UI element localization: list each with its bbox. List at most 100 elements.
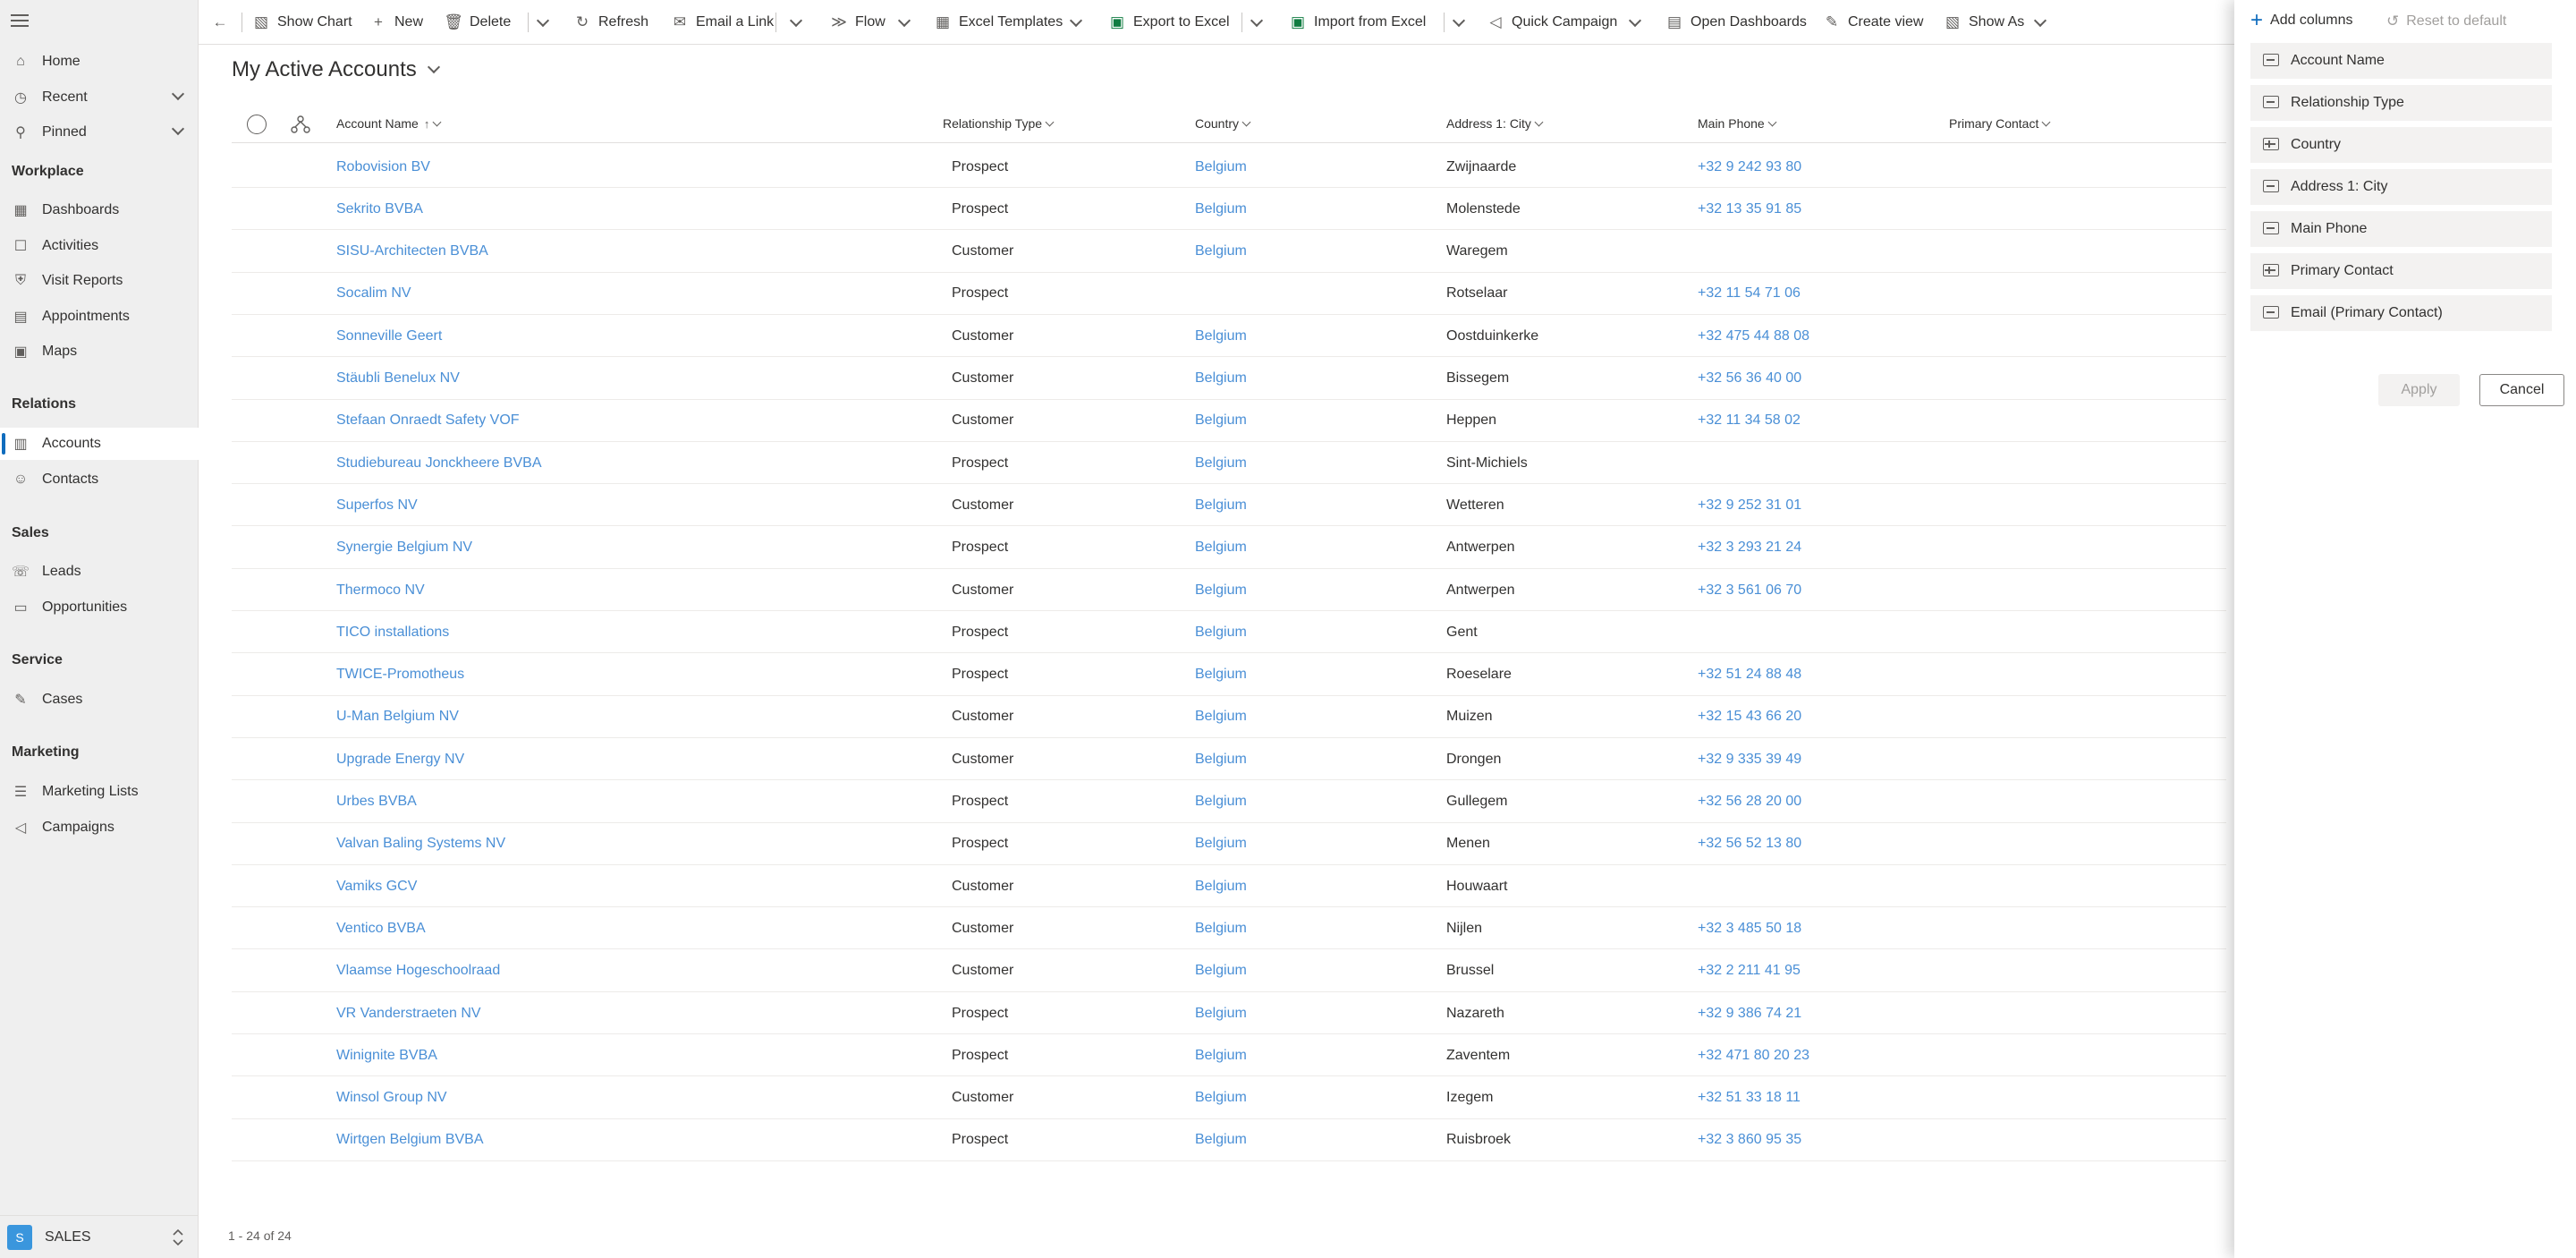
column-list-item[interactable]: Main Phone (2250, 211, 2552, 247)
reset-default-button[interactable]: ↺ Reset to default (2386, 13, 2506, 30)
country-link[interactable]: Belgium (1195, 188, 1247, 230)
table-row[interactable]: TWICE-Promotheus Prospect Belgium Roeselare… (232, 654, 2226, 696)
account-name-link[interactable]: SISU-Architecten BVBA (336, 231, 488, 273)
account-name-link[interactable]: Wirtgen Belgium BVBA (336, 1119, 484, 1161)
column-list-item[interactable]: Primary Contact (2250, 253, 2552, 289)
country-link[interactable]: Belgium (1195, 611, 1247, 653)
country-link[interactable]: Belgium (1195, 781, 1247, 823)
phone-link[interactable]: +32 15 43 66 20 (1698, 696, 1801, 738)
sidebar-item-dashboards[interactable]: ▦ Dashboards (0, 194, 199, 226)
phone-link[interactable]: +32 51 33 18 11 (1698, 1077, 1801, 1119)
account-name-link[interactable]: Thermoco NV (336, 569, 425, 611)
country-link[interactable]: Belgium (1195, 1077, 1247, 1119)
phone-link[interactable]: +32 13 35 91 85 (1698, 188, 1801, 230)
table-row[interactable]: SISU-Architecten BVBA Customer Belgium Ware… (232, 231, 2226, 273)
country-link[interactable]: Belgium (1195, 823, 1247, 865)
account-name-link[interactable]: Studiebureau Jonckheere BVBA (336, 442, 541, 484)
hamburger-menu-icon[interactable] (11, 14, 29, 27)
country-link[interactable]: Belgium (1195, 442, 1247, 484)
country-link[interactable]: Belgium (1195, 907, 1247, 949)
phone-link[interactable]: +32 9 252 31 01 (1698, 484, 1801, 526)
export-more-chevron[interactable] (1250, 13, 1264, 28)
phone-link[interactable]: +32 56 36 40 00 (1698, 358, 1801, 400)
country-link[interactable]: Belgium (1195, 146, 1247, 188)
phone-link[interactable]: +32 56 52 13 80 (1698, 823, 1801, 865)
phone-link[interactable]: +32 475 44 88 08 (1698, 315, 1809, 357)
sidebar-item-campaigns[interactable]: ◁ Campaigns (0, 812, 199, 844)
quick-campaign-chevron[interactable] (1628, 13, 1642, 28)
phone-link[interactable]: +32 51 24 88 48 (1698, 654, 1801, 696)
table-row[interactable]: Synergie Belgium NV Prospect Belgium Antwer… (232, 527, 2226, 569)
phone-link[interactable]: +32 9 335 39 49 (1698, 738, 1801, 780)
country-link[interactable]: Belgium (1195, 992, 1247, 1034)
email-more-chevron[interactable] (789, 13, 803, 28)
sidebar-item-maps[interactable]: ▣ Maps (0, 336, 199, 368)
column-header-main-phone[interactable]: Main Phone (1698, 106, 1777, 141)
back-button[interactable]: ← (211, 0, 236, 45)
account-name-link[interactable]: Sonneville Geert (336, 315, 442, 357)
table-row[interactable]: Robovision BV Prospect Belgium Zwijnaarde +3… (232, 146, 2226, 188)
column-list-item[interactable]: Relationship Type (2250, 85, 2552, 121)
nav-pinned[interactable]: ⚲ Pinned (0, 116, 199, 149)
open-dashboards-button[interactable]: ▤ Open Dashboards (1665, 0, 1807, 45)
nav-home[interactable]: ⌂ Home (0, 46, 199, 78)
account-name-link[interactable]: Winignite BVBA (336, 1034, 437, 1076)
country-link[interactable]: Belgium (1195, 950, 1247, 992)
country-link[interactable]: Belgium (1195, 738, 1247, 780)
account-name-link[interactable]: TWICE-Promotheus (336, 654, 464, 696)
flow-chevron[interactable] (897, 13, 911, 28)
column-list-item[interactable]: Country (2250, 127, 2552, 163)
new-button[interactable]: + New (369, 0, 423, 45)
import-more-chevron[interactable] (1452, 13, 1466, 28)
phone-link[interactable]: +32 3 860 95 35 (1698, 1119, 1801, 1161)
table-row[interactable]: Sekrito BVBA Prospect Belgium Molenstede +32… (232, 188, 2226, 231)
table-row[interactable]: Wirtgen Belgium BVBA Prospect Belgium Ruisb… (232, 1119, 2226, 1161)
show-chart-button[interactable]: ▧ Show Chart (252, 0, 352, 45)
delete-more-chevron[interactable] (536, 13, 550, 28)
view-selector[interactable]: My Active Accounts (232, 57, 440, 82)
column-header-country[interactable]: Country (1195, 106, 1251, 141)
excel-templates-button[interactable]: ▦ Excel Templates (934, 0, 1063, 45)
account-name-link[interactable]: Stefaan Onraedt Safety VOF (336, 400, 520, 442)
delete-button[interactable]: 🗑 Delete (444, 0, 511, 45)
table-row[interactable]: Upgrade Energy NV Customer Belgium Drongen +… (232, 738, 2226, 781)
column-header-relationship-type[interactable]: Relationship Type (943, 106, 1055, 141)
country-link[interactable]: Belgium (1195, 569, 1247, 611)
account-name-link[interactable]: Sekrito BVBA (336, 188, 423, 230)
table-row[interactable]: Winignite BVBA Prospect Belgium Zaventem +32… (232, 1034, 2226, 1077)
account-name-link[interactable]: Socalim NV (336, 273, 411, 315)
account-name-link[interactable]: Vamiks GCV (336, 865, 417, 907)
sidebar-item-appointments[interactable]: ▤ Appointments (0, 301, 199, 333)
country-link[interactable]: Belgium (1195, 1034, 1247, 1076)
table-row[interactable]: Studiebureau Jonckheere BVBA Prospect Belg… (232, 442, 2226, 485)
account-name-link[interactable]: Urbes BVBA (336, 781, 417, 823)
account-name-link[interactable]: Vlaamse Hogeschoolraad (336, 950, 500, 992)
table-row[interactable]: Winsol Group NV Customer Belgium Izegem +32 … (232, 1077, 2226, 1119)
select-all-checkbox[interactable] (247, 115, 267, 134)
hierarchy-icon[interactable] (291, 115, 310, 134)
country-link[interactable]: Belgium (1195, 315, 1247, 357)
phone-link[interactable]: +32 3 561 06 70 (1698, 569, 1801, 611)
sidebar-item-activities[interactable]: ☐ Activities (0, 230, 199, 262)
table-row[interactable]: Vlaamse Hogeschoolraad Customer Belgium Bru… (232, 950, 2226, 992)
account-name-link[interactable]: Upgrade Energy NV (336, 738, 464, 780)
phone-link[interactable]: +32 11 54 71 06 (1698, 273, 1801, 315)
account-name-link[interactable]: Valvan Baling Systems NV (336, 823, 505, 865)
account-name-link[interactable]: Stäubli Benelux NV (336, 358, 460, 400)
column-header-account-name[interactable]: Account Name ↑ (336, 106, 442, 141)
table-row[interactable]: TICO installations Prospect Belgium Gent (232, 611, 2226, 654)
add-columns-button[interactable]: + Add columns (2250, 10, 2353, 31)
phone-link[interactable]: +32 3 293 21 24 (1698, 527, 1801, 569)
country-link[interactable]: Belgium (1195, 484, 1247, 526)
table-row[interactable]: Sonneville Geert Customer Belgium Oostduink… (232, 315, 2226, 358)
table-row[interactable]: Ventico BVBA Customer Belgium Nijlen +32 3 4… (232, 907, 2226, 950)
excel-templates-chevron[interactable] (1069, 13, 1083, 28)
country-link[interactable]: Belgium (1195, 654, 1247, 696)
table-row[interactable]: Stefaan Onraedt Safety VOF Customer Belgiu… (232, 400, 2226, 442)
sidebar-item-leads[interactable]: ☏ Leads (0, 556, 199, 588)
show-as-button[interactable]: ▧ Show As (1944, 0, 2024, 45)
create-view-button[interactable]: ✎ Create view (1823, 0, 1924, 45)
account-name-link[interactable]: Superfos NV (336, 484, 418, 526)
column-header-primary-contact[interactable]: Primary Contact (1949, 106, 2051, 141)
phone-link[interactable]: +32 9 242 93 80 (1698, 146, 1801, 188)
